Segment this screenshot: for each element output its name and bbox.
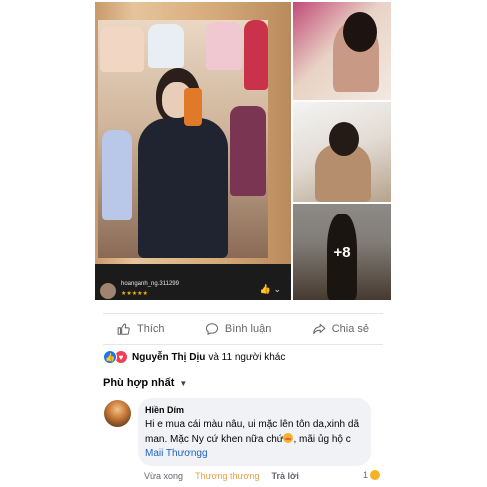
comment-button[interactable]: Bình luận <box>191 322 285 336</box>
chevron-down-icon: ▼ <box>179 378 188 388</box>
overlay-username: hoanganh_ng.311299 <box>121 281 179 287</box>
thumbs-up-icon <box>117 323 130 335</box>
hanging-dress <box>148 24 184 68</box>
hanging-dress <box>244 20 268 90</box>
like-button[interactable]: Thích <box>103 322 179 336</box>
divider <box>103 344 383 345</box>
hanging-dress <box>100 26 144 72</box>
more-photos-overlay[interactable]: +8 <box>293 204 391 300</box>
main-photo[interactable]: hoanganh_ng.311299 ★★★★★ 👍 ⌄ <box>95 2 291 300</box>
hanging-dress <box>206 22 242 70</box>
person-hair <box>329 122 359 156</box>
share-button[interactable]: Chia sẻ <box>298 322 383 336</box>
person-hair <box>343 12 377 52</box>
like-reaction-icon: 👍 <box>103 350 117 364</box>
comment-bubble: Hiền Dím Hi e mua cái màu nâu, ui mặc lê… <box>138 398 371 466</box>
blushing-emoji-icon <box>283 432 294 443</box>
like-label: Thích <box>137 323 165 335</box>
hanging-dress <box>230 106 266 196</box>
comment-text: Hi e mua cái màu nâu, ui mặc lên tôn da,… <box>145 418 367 462</box>
post-actions: Thích Bình luận Chia sẻ <box>103 316 383 342</box>
care-reaction-icon <box>370 470 381 480</box>
comment-meta: Vừa xong Thương thương Trả lời <box>144 471 299 481</box>
mirror-frame <box>95 2 291 264</box>
hanging-dress <box>102 130 132 220</box>
reply-button[interactable]: Trả lời <box>271 471 298 481</box>
phone <box>184 88 202 126</box>
divider <box>103 313 383 314</box>
comment-icon <box>205 323 218 335</box>
side-photo-1[interactable] <box>293 2 391 100</box>
avatar[interactable] <box>104 400 131 427</box>
sort-label: Phù hợp nhất <box>103 377 175 389</box>
comment-reaction-count[interactable]: 1 <box>363 470 381 480</box>
comment-reaction-button[interactable]: Thương thương <box>195 471 259 481</box>
comment-sort-dropdown[interactable]: Phù hợp nhất ▼ <box>103 377 187 389</box>
comment-author[interactable]: Hiền Dím <box>145 405 184 415</box>
comment-time: Vừa xong <box>144 471 184 481</box>
comment-label: Bình luận <box>224 323 272 335</box>
more-photos-count: +8 <box>333 243 351 261</box>
mirror-reflection <box>98 20 268 258</box>
post-photo-grid[interactable]: hoanganh_ng.311299 ★★★★★ 👍 ⌄ +8 <box>95 2 391 300</box>
reaction-count-value: 1 <box>363 470 369 480</box>
share-icon <box>312 323 326 335</box>
reactor-others: và 11 người khác <box>208 351 286 363</box>
side-photo-2[interactable] <box>293 102 391 202</box>
overlay-icons: 👍 ⌄ <box>259 284 281 294</box>
share-label: Chia sẻ <box>331 323 369 335</box>
reactions-summary[interactable]: 👍 ♥ Nguyễn Thị Dịu và 11 người khác <box>103 350 285 364</box>
photo-caption-bar: hoanganh_ng.311299 ★★★★★ 👍 ⌄ <box>95 264 291 300</box>
mentioned-user-link[interactable]: Maii Thươngg <box>145 448 208 459</box>
comment-text-part: , mãi ủg hộ c <box>293 433 351 445</box>
side-photo-3[interactable]: +8 <box>293 204 391 300</box>
rating-stars: ★★★★★ <box>121 291 148 297</box>
person-dress <box>138 118 228 258</box>
avatar <box>100 283 116 299</box>
reactor-name: Nguyễn Thị Dịu <box>132 351 206 363</box>
